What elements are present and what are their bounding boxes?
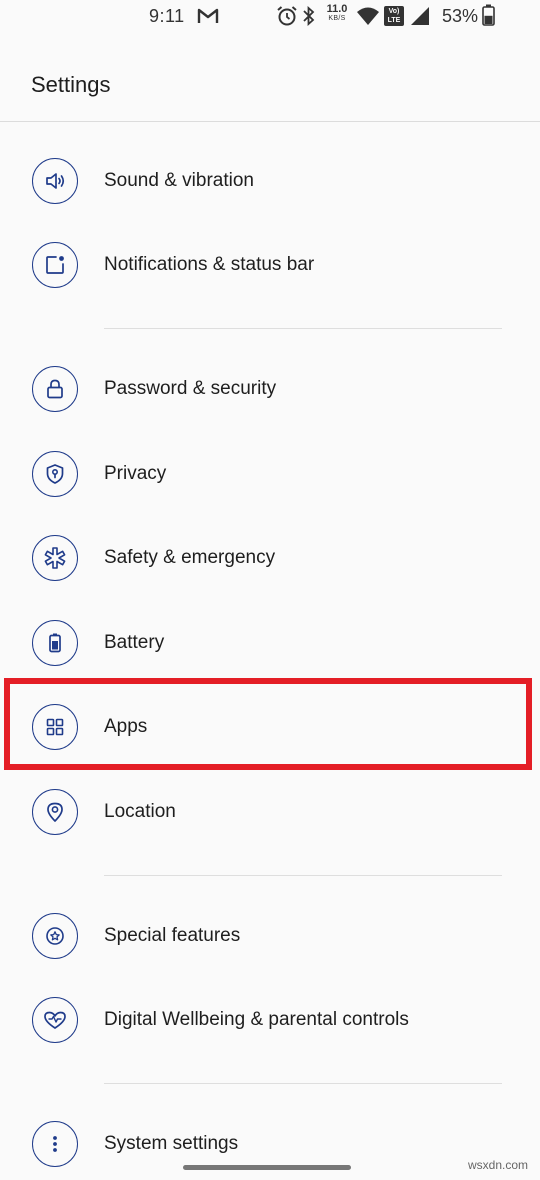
settings-item-sound-vibration[interactable]: Sound & vibration	[0, 140, 540, 224]
home-indicator[interactable]	[183, 1165, 351, 1170]
volte-badge: Vo) LTE	[384, 6, 404, 26]
settings-item-label: Digital Wellbeing & parental controls	[104, 1009, 409, 1030]
settings-item-password-security[interactable]: Password & security	[0, 348, 540, 432]
section-divider	[104, 1083, 502, 1084]
settings-item-battery[interactable]: Battery	[0, 602, 540, 686]
emergency-asterisk-icon	[44, 547, 66, 569]
notification-icon	[46, 256, 64, 274]
apps-grid-icon	[46, 718, 64, 736]
settings-item-label: Special features	[104, 925, 241, 946]
status-battery-icon	[482, 4, 495, 26]
settings-item-label: Password & security	[104, 378, 277, 399]
settings-item-label: Apps	[104, 716, 148, 737]
section-divider	[104, 328, 502, 329]
settings-item-label: Safety & emergency	[104, 547, 276, 568]
cell-signal-icon	[411, 7, 429, 25]
status-bar: 9:11 11.0 KB/S Vo) LTE 53%	[0, 0, 540, 36]
header-divider	[0, 121, 540, 122]
settings-item-location[interactable]: Location	[0, 771, 540, 855]
settings-item-label: System settings	[104, 1133, 239, 1154]
settings-item-notifications[interactable]: Notifications & status bar	[0, 224, 540, 308]
location-pin-icon	[47, 802, 63, 822]
network-speed: 11.0 KB/S	[326, 3, 348, 23]
battery-icon	[49, 633, 61, 653]
settings-item-label: Location	[104, 801, 176, 822]
section-divider	[104, 875, 502, 876]
more-vertical-icon	[53, 1136, 57, 1152]
settings-item-special-features[interactable]: Special features	[0, 895, 540, 979]
settings-item-label: Notifications & status bar	[104, 254, 315, 275]
lock-icon	[47, 379, 63, 399]
gmail-icon	[197, 8, 219, 23]
heart-icon	[44, 1011, 66, 1029]
watermark: wsxdn.com	[468, 1158, 529, 1172]
settings-item-safety-emergency[interactable]: Safety & emergency	[0, 517, 540, 601]
speaker-icon	[46, 173, 65, 189]
settings-item-label: Sound & vibration	[104, 170, 254, 191]
bluetooth-icon	[303, 5, 315, 27]
status-time: 9:11	[149, 6, 185, 26]
star-badge-icon	[46, 927, 64, 945]
privacy-shield-icon	[46, 464, 64, 484]
settings-screen: 9:11 11.0 KB/S Vo) LTE 53% Settings Soun…	[0, 0, 540, 1180]
alarm-icon	[277, 6, 297, 26]
settings-item-label: Privacy	[104, 463, 167, 484]
settings-item-apps[interactable]: Apps	[0, 686, 540, 770]
settings-item-label: Battery	[104, 632, 165, 653]
battery-percent: 53%	[442, 6, 479, 26]
wifi-icon	[357, 7, 379, 25]
page-title: Settings	[31, 72, 111, 97]
settings-item-privacy[interactable]: Privacy	[0, 433, 540, 517]
settings-item-digital-wellbeing[interactable]: Digital Wellbeing & parental controls	[0, 979, 540, 1063]
